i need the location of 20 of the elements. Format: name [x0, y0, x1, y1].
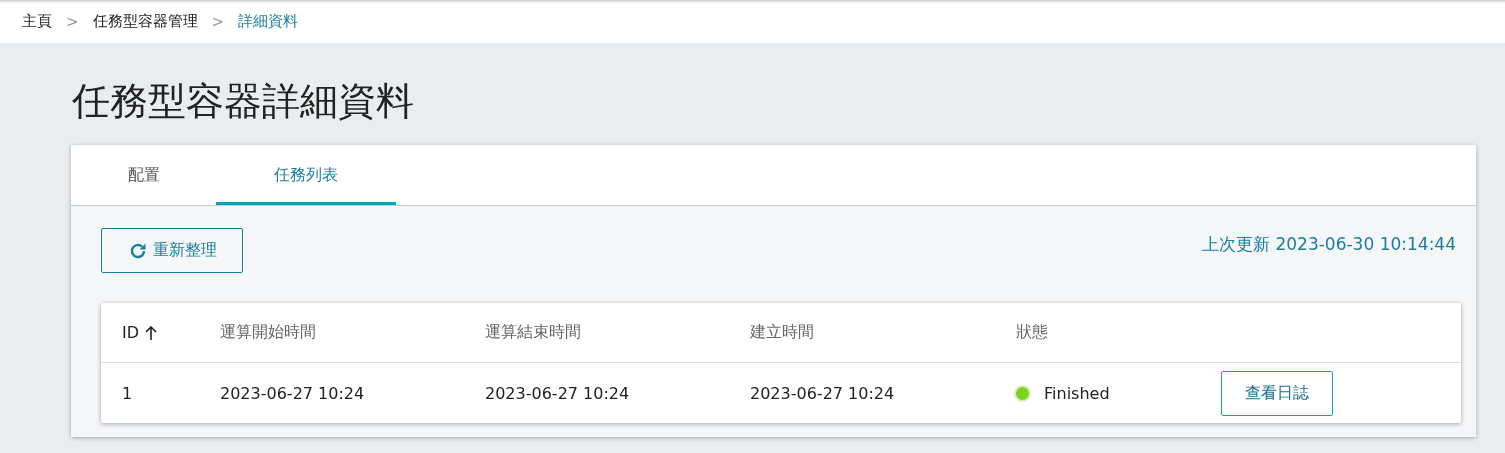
page-title: 任務型容器詳細資料: [71, 78, 415, 125]
column-header[interactable]: 狀態: [1016, 322, 1048, 343]
breadcrumb-link[interactable]: 主頁: [22, 12, 52, 31]
last-updated-text: 上次更新 2023-06-30 10:14:44: [1202, 233, 1456, 256]
table-cell: 2023-06-27 10:24: [485, 383, 630, 403]
breadcrumb-link[interactable]: 任務型容器管理: [92, 12, 198, 31]
table-cell: 2023-06-27 10:24: [220, 383, 365, 403]
view-log-button[interactable]: 查看日誌: [1221, 370, 1333, 416]
breadcrumb-separator: >: [211, 12, 225, 31]
column-header[interactable]: 建立時間: [750, 322, 814, 343]
column-header[interactable]: 運算結束時間: [485, 322, 581, 343]
breadcrumb-separator: >: [66, 12, 79, 31]
tab[interactable]: 配置: [71, 145, 216, 205]
column-header[interactable]: 運算開始時間: [220, 322, 316, 343]
status-text: Finished: [1044, 383, 1110, 403]
refresh-button[interactable]: 重新整理: [101, 228, 243, 273]
breadcrumb-link[interactable]: 詳細資料: [238, 12, 299, 31]
table-cell: 2023-06-27 10:24: [750, 383, 895, 403]
column-header[interactable]: ID: [122, 323, 140, 342]
table-cell: 1: [122, 383, 133, 403]
